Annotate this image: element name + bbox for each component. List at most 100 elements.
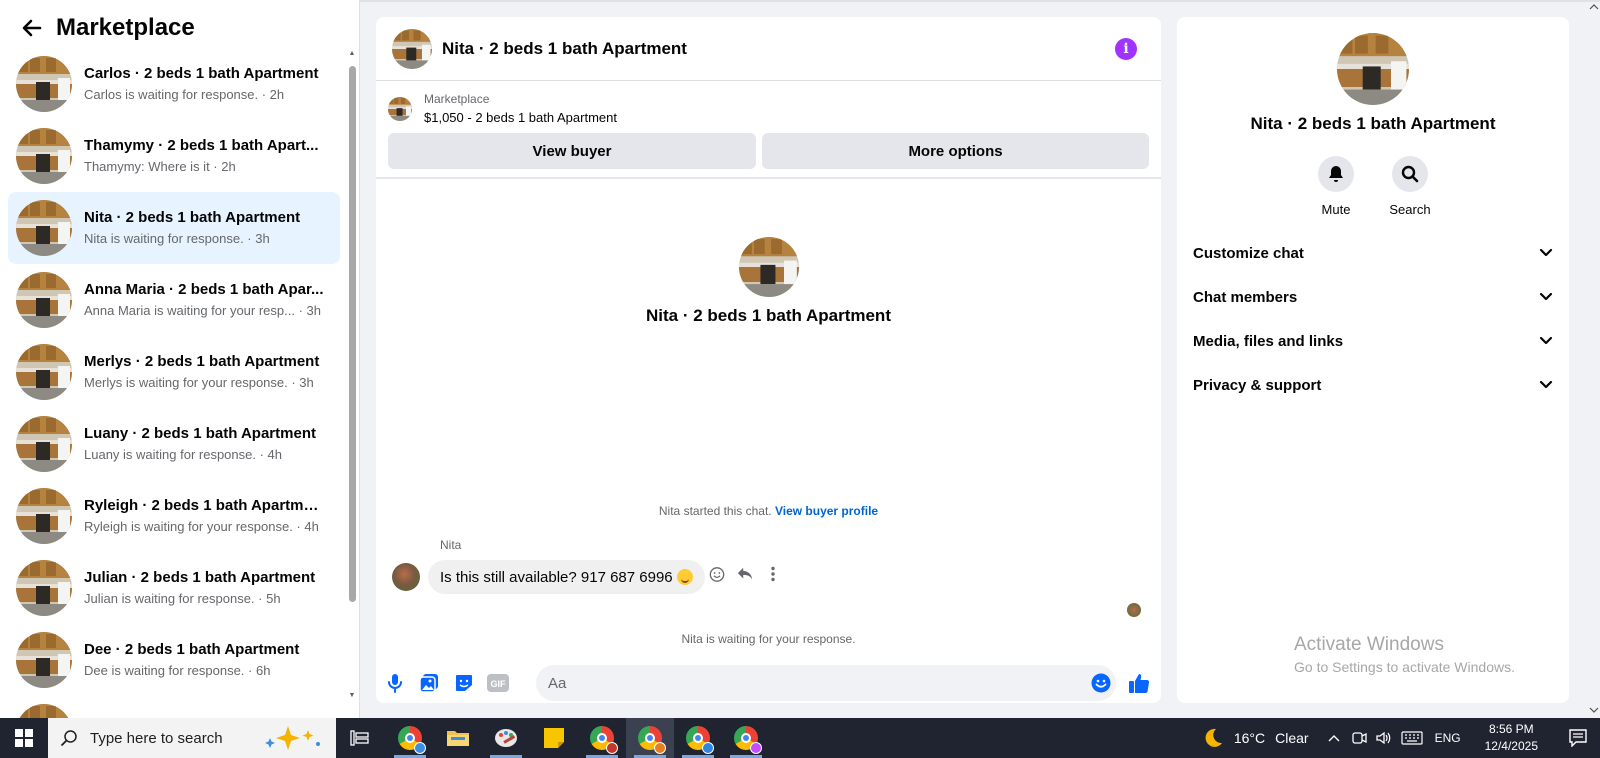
start-button[interactable] xyxy=(0,718,48,758)
conversation-item[interactable]: Luany · 2 beds 1 bath Apartment Luany is … xyxy=(8,408,340,480)
notification-center-button[interactable] xyxy=(1556,718,1600,758)
conversation-item[interactable]: Thamymy · 2 beds 1 bath Apart... Thamymy:… xyxy=(8,120,340,192)
volume-icon[interactable] xyxy=(1375,730,1391,746)
conversation-item[interactable]: Dee · 2 beds 1 bath Apartment Dee is wait… xyxy=(8,624,340,696)
meet-now-icon[interactable] xyxy=(1351,730,1367,746)
windows-activation-watermark: Activate Windows Go to Settings to activ… xyxy=(1294,633,1515,677)
scroll-up-arrow-icon[interactable]: ▲ xyxy=(348,50,356,58)
conversation-name: Carlos · 2 beds 1 bath Apartment xyxy=(84,65,319,82)
smiling-emoji-icon xyxy=(676,569,693,585)
conversation-name: Julian · 2 beds 1 bath Apartment xyxy=(84,569,316,586)
message-composer: GIF xyxy=(376,665,1161,701)
conversation-preview: Anna Maria is waiting for your resp... ·… xyxy=(84,303,321,318)
chat-header: Nita · 2 beds 1 bath Apartment i xyxy=(376,17,1161,81)
conversation-avatar xyxy=(16,488,72,544)
folder-icon xyxy=(447,731,469,746)
message-sender-name: Nita xyxy=(440,538,462,552)
input-language[interactable]: ENG xyxy=(1435,731,1461,745)
react-button[interactable] xyxy=(709,564,725,584)
windows-taskbar: Type here to search 16°C Clear ENG 8:56 … xyxy=(0,718,1600,758)
reply-icon xyxy=(737,567,753,580)
listing-price-title[interactable]: $1,050 - 2 beds 1 bath Apartment xyxy=(424,109,617,127)
conversation-item[interactable]: Anna Maria · 2 beds 1 bath Apar... Anna M… xyxy=(8,264,340,336)
bell-icon xyxy=(1329,166,1343,182)
details-avatar[interactable] xyxy=(1337,33,1409,105)
microphone-icon[interactable] xyxy=(384,672,406,694)
taskbar-chrome-profile-1[interactable] xyxy=(386,718,434,758)
gif-icon[interactable]: GIF xyxy=(487,672,509,694)
conversation-item[interactable]: Dr Perez · 2 beds 1 bath Apartm... xyxy=(8,696,340,718)
conversation-name: Luany · 2 beds 1 bath Apartment xyxy=(84,425,316,442)
task-view-button[interactable] xyxy=(336,718,384,758)
emoji-picker-icon[interactable] xyxy=(1090,672,1112,694)
chat-intro: Nita · 2 beds 1 bath Apartment xyxy=(376,237,1161,326)
smiley-icon xyxy=(709,566,725,582)
message-bubble[interactable]: Is this still available? 917 687 6996 xyxy=(428,560,705,594)
conversation-item[interactable]: Carlos · 2 beds 1 bath Apartment Carlos i… xyxy=(8,48,340,120)
paint-palette-icon xyxy=(495,729,517,747)
message-input[interactable] xyxy=(536,665,1116,701)
conversation-item[interactable]: Julian · 2 beds 1 bath Apartment Julian i… xyxy=(8,552,340,624)
chrome-icon xyxy=(686,726,714,754)
conversation-avatar xyxy=(16,344,72,400)
sender-avatar[interactable] xyxy=(392,563,420,591)
weather-condition: Clear xyxy=(1275,730,1309,746)
conversation-avatar xyxy=(16,416,72,472)
page-title: Marketplace xyxy=(56,14,195,41)
sticker-icon[interactable] xyxy=(453,672,475,694)
thumbs-up-icon[interactable] xyxy=(1128,672,1150,694)
conversation-item[interactable]: Nita · 2 beds 1 bath Apartment Nita is wa… xyxy=(8,192,340,264)
taskbar-chrome-profile-4[interactable] xyxy=(674,718,722,758)
taskbar-chrome-profile-2[interactable] xyxy=(578,718,626,758)
taskbar-paint[interactable] xyxy=(482,718,530,758)
scroll-down-arrow-icon[interactable]: ▼ xyxy=(348,692,356,700)
taskbar-search-box[interactable]: Type here to search xyxy=(48,718,336,758)
details-section[interactable]: Customize chat xyxy=(1177,231,1569,275)
reply-button[interactable] xyxy=(737,564,753,584)
details-section[interactable]: Chat members xyxy=(1177,275,1569,319)
view-buyer-button[interactable]: View buyer xyxy=(388,133,757,169)
windows-logo-icon xyxy=(15,729,33,747)
scrollbar-thumb[interactable] xyxy=(349,66,356,602)
search-button[interactable]: Search xyxy=(1388,156,1432,217)
back-button[interactable] xyxy=(12,8,52,48)
details-section[interactable]: Privacy & support xyxy=(1177,363,1569,407)
chevron-down-icon xyxy=(1539,336,1553,345)
more-options-button[interactable]: More options xyxy=(762,133,1149,169)
conversation-item[interactable]: Ryleigh · 2 beds 1 bath Apartment Ryleigh… xyxy=(8,480,340,552)
taskbar-chrome-profile-3[interactable] xyxy=(626,718,674,758)
notification-icon xyxy=(1569,729,1587,747)
conversation-list: Carlos · 2 beds 1 bath Apartment Carlos i… xyxy=(8,48,340,718)
page-scrollbar[interactable] xyxy=(1588,0,1600,718)
weather-widget[interactable]: 16°C Clear xyxy=(1202,727,1309,749)
listing-thumbnail[interactable] xyxy=(388,97,412,121)
conversation-preview: Julian is waiting for response. · 5h xyxy=(84,591,281,606)
search-icon xyxy=(1401,165,1419,183)
details-section-label: Customize chat xyxy=(1193,244,1304,262)
intro-avatar[interactable] xyxy=(738,237,799,297)
search-icon xyxy=(60,730,77,747)
chat-avatar[interactable] xyxy=(392,28,432,69)
info-icon[interactable]: i xyxy=(1115,37,1137,60)
taskbar-chrome-profile-5[interactable] xyxy=(722,718,770,758)
taskbar-file-explorer[interactable] xyxy=(434,718,482,758)
mute-button[interactable]: Mute xyxy=(1314,156,1358,217)
sparkle-icon xyxy=(265,726,320,750)
sidebar-scrollbar[interactable]: ▲ ▼ xyxy=(348,50,356,714)
taskbar-sticky-notes[interactable] xyxy=(530,718,578,758)
more-button[interactable] xyxy=(765,564,781,584)
chevron-up-icon[interactable] xyxy=(1327,733,1341,743)
watermark-subtitle: Go to Settings to activate Windows. xyxy=(1294,659,1515,675)
conversation-preview: Carlos is waiting for response. · 2h xyxy=(84,87,285,102)
more-vertical-icon xyxy=(771,566,775,582)
details-section[interactable]: Media, files and links xyxy=(1177,319,1569,363)
conversation-name: Anna Maria · 2 beds 1 bath Apar... xyxy=(84,281,324,298)
message-actions xyxy=(709,564,781,584)
clock[interactable]: 8:56 PM 12/4/2025 xyxy=(1485,721,1538,755)
conversation-preview: Dee is waiting for response. · 6h xyxy=(84,663,271,678)
chat-title[interactable]: Nita · 2 beds 1 bath Apartment xyxy=(442,39,1115,59)
keyboard-icon[interactable] xyxy=(1400,731,1423,745)
conversation-item[interactable]: Merlys · 2 beds 1 bath Apartment Merlys i… xyxy=(8,336,340,408)
view-buyer-profile-link[interactable]: View buyer profile xyxy=(775,504,878,518)
photo-icon[interactable] xyxy=(418,672,440,694)
